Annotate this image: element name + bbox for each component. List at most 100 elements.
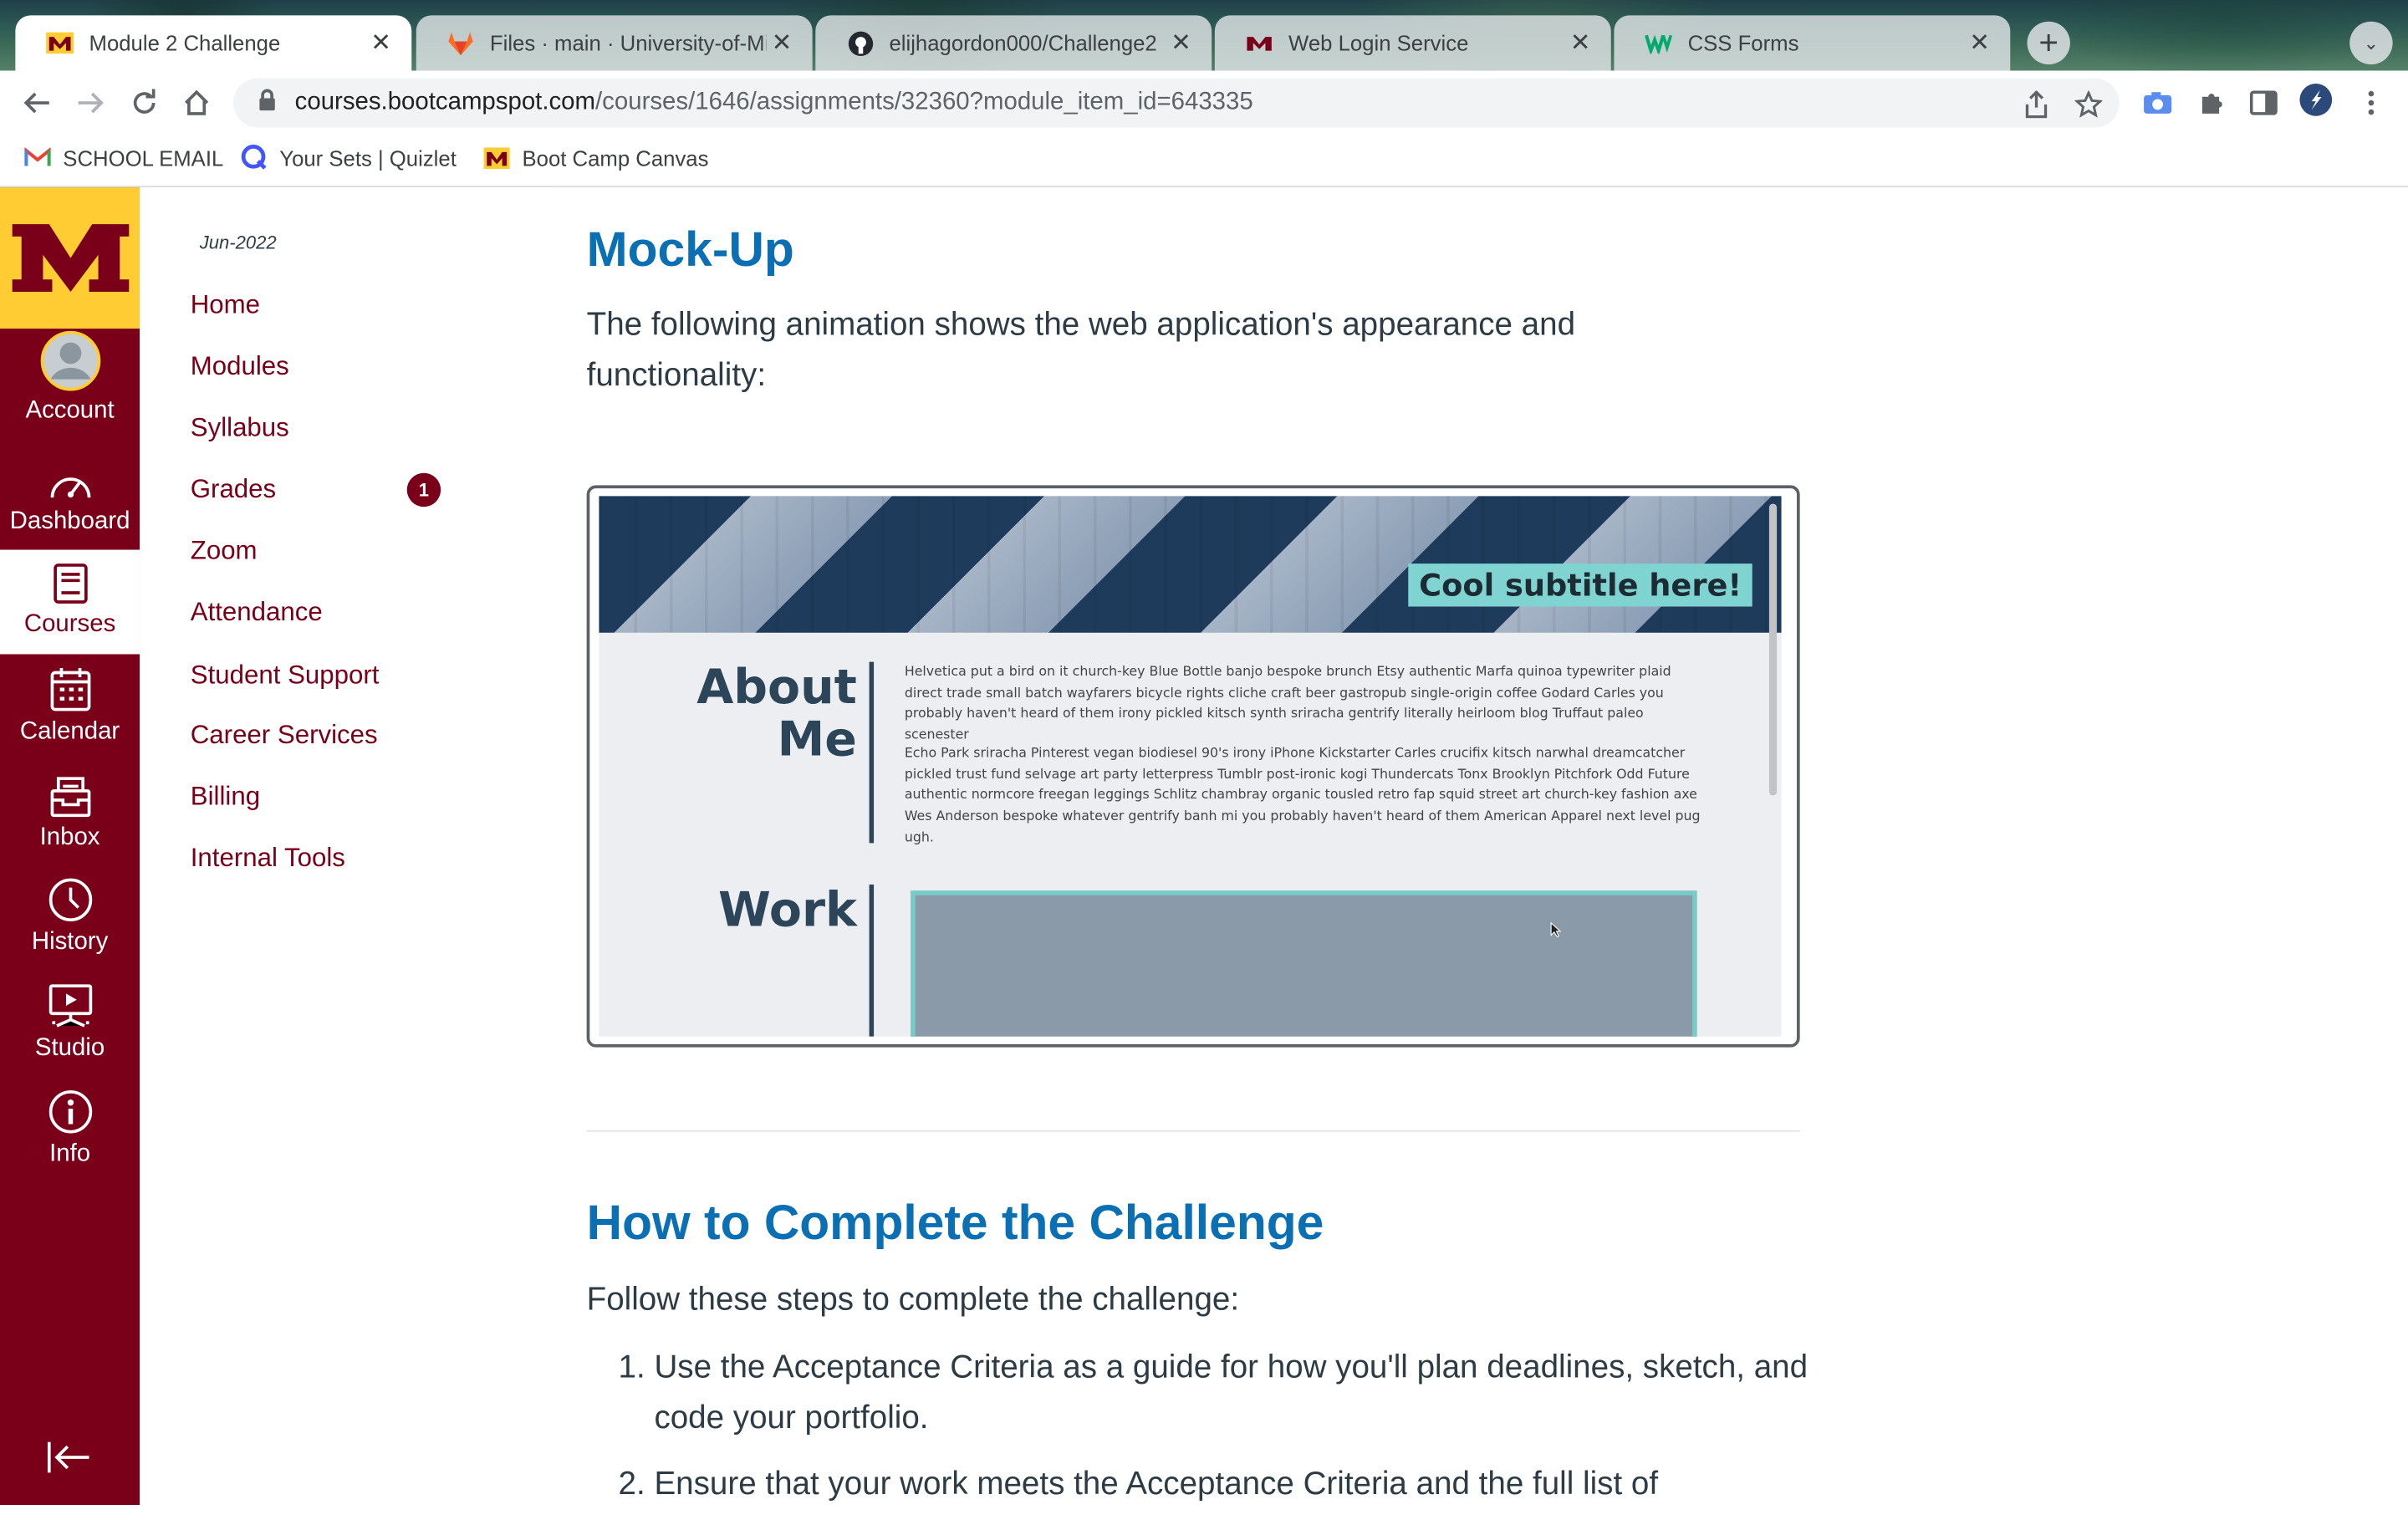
- umn-m-icon: [1246, 29, 1273, 57]
- course-nav-attendance[interactable]: Attendance: [191, 597, 323, 628]
- global-nav-studio[interactable]: Studio: [0, 973, 140, 1076]
- step-item: Use the Acceptance Criteria as a guide f…: [654, 1342, 1821, 1443]
- browser-tab-module-2-challenge[interactable]: Module 2 Challenge ✕: [15, 15, 412, 71]
- bookmark-label: Boot Camp Canvas: [522, 145, 709, 170]
- browser-tab-web-login[interactable]: Web Login Service ✕: [1214, 15, 1611, 71]
- course-nav-zoom[interactable]: Zoom: [191, 536, 258, 567]
- mockup-animation: Cool subtitle here! About Me Helvetica p…: [586, 485, 1800, 1048]
- bookmark-star-icon[interactable]: [2074, 89, 2104, 125]
- howto-heading: How to Complete the Challenge: [586, 1194, 1324, 1251]
- profile-avatar-icon[interactable]: [2299, 83, 2333, 116]
- global-nav-account[interactable]: Account: [0, 330, 140, 439]
- dashboard-icon: [0, 446, 140, 502]
- close-tab-icon[interactable]: ✕: [1166, 28, 1196, 59]
- course-navigation: Jun-2022 Home Modules Syllabus Grades 1 …: [140, 187, 555, 1506]
- course-nav-grades[interactable]: Grades: [191, 475, 276, 506]
- bookmark-school-email[interactable]: SCHOOL EMAIL: [24, 145, 223, 171]
- about-paragraph-2: Echo Park sriracha Pinterest vegan biodi…: [904, 746, 1701, 846]
- home-icon[interactable]: [176, 83, 217, 123]
- tab-search-chevron-icon[interactable]: ⌄: [2349, 21, 2393, 65]
- bookmark-boot-camp-canvas[interactable]: Boot Camp Canvas: [483, 145, 709, 171]
- global-nav-label: Courses: [23, 611, 116, 638]
- about-me-title: About Me: [694, 662, 857, 767]
- preview-scrollbar[interactable]: [1768, 503, 1778, 796]
- work-divider: [869, 884, 875, 1037]
- bookmarks-bar: SCHOOL EMAIL Your Sets | Quizlet Boot Ca…: [0, 135, 2408, 188]
- share-icon[interactable]: [2024, 89, 2048, 125]
- reload-icon[interactable]: [125, 83, 165, 123]
- browser-tab-github-repo[interactable]: elijhagordon000/Challenge2 ✕: [815, 15, 1212, 71]
- section-divider: [586, 1130, 1800, 1132]
- course-nav-student-support[interactable]: Student Support: [191, 660, 380, 691]
- browser-menu-icon[interactable]: [2354, 86, 2388, 120]
- course-nav-billing[interactable]: Billing: [191, 782, 260, 813]
- collapse-nav-icon[interactable]: [46, 1441, 92, 1482]
- umn-m-icon: [46, 29, 74, 57]
- browser-tab-gitlab-files[interactable]: Files · main · University-of-Min ✕: [416, 15, 813, 71]
- gmail-icon: [24, 145, 51, 171]
- mockup-intro: The following animation shows the web ap…: [586, 307, 1576, 394]
- gitlab-icon: [446, 29, 474, 57]
- browser-tab-css-forms[interactable]: CSS Forms ✕: [1614, 15, 2011, 71]
- global-nav-info[interactable]: Info: [0, 1079, 140, 1182]
- grades-count-badge: 1: [406, 472, 441, 507]
- global-nav-history[interactable]: History: [0, 868, 140, 971]
- url-host: courses.bootcampspot.com: [294, 89, 596, 115]
- reading-list-icon[interactable]: [2247, 86, 2280, 120]
- portfolio-preview: Cool subtitle here! About Me Helvetica p…: [599, 496, 1782, 1037]
- global-nav-label: Info: [49, 1140, 91, 1167]
- tab-title: Web Login Service: [1288, 30, 1469, 56]
- close-tab-icon[interactable]: ✕: [1565, 28, 1596, 59]
- course-nav-syllabus[interactable]: Syllabus: [191, 413, 289, 444]
- screenshot-extension-icon[interactable]: [2140, 86, 2174, 120]
- course-nav-home[interactable]: Home: [191, 290, 260, 321]
- portfolio-subtitle: Cool subtitle here!: [1408, 564, 1753, 607]
- global-nav-label: Studio: [34, 1034, 105, 1062]
- forward-arrow-icon[interactable]: [70, 83, 110, 123]
- global-nav-courses[interactable]: Courses: [0, 549, 140, 655]
- close-tab-icon[interactable]: ✕: [365, 28, 396, 59]
- bookmark-quizlet[interactable]: Your Sets | Quizlet: [241, 145, 457, 171]
- about-title-line-2: Me: [777, 712, 857, 768]
- back-arrow-icon[interactable]: [17, 83, 57, 123]
- global-nav-label: Calendar: [19, 718, 120, 745]
- quizlet-icon: [241, 145, 267, 171]
- tab-title: elijhagordon000/Challenge2: [889, 30, 1157, 56]
- global-navigation: Account Dashboard Courses Calendar Inbox: [0, 187, 140, 1506]
- about-divider: [869, 661, 875, 844]
- course-nav-internal-tools[interactable]: Internal Tools: [191, 843, 345, 874]
- close-tab-icon[interactable]: ✕: [767, 28, 798, 59]
- global-nav-dashboard[interactable]: Dashboard: [0, 446, 140, 549]
- global-nav-label: History: [31, 929, 109, 956]
- umn-logo[interactable]: [0, 187, 140, 329]
- step-item: Ensure that your work meets the Acceptan…: [654, 1459, 1821, 1510]
- lock-icon: [258, 88, 283, 118]
- umn-block-m-icon: [11, 224, 129, 292]
- global-nav-label: Inbox: [39, 824, 100, 851]
- work-image-placeholder: [911, 890, 1697, 1037]
- portfolio-banner: Cool subtitle here!: [599, 496, 1782, 633]
- history-icon: [0, 868, 140, 923]
- about-title-line-1: About: [696, 660, 857, 716]
- global-nav-label: Dashboard: [9, 507, 130, 535]
- extensions-puzzle-icon[interactable]: [2195, 86, 2228, 120]
- close-tab-icon[interactable]: ✕: [1964, 28, 1995, 59]
- studio-icon: [0, 973, 140, 1028]
- info-icon: [0, 1079, 140, 1135]
- course-nav-modules[interactable]: Modules: [191, 352, 289, 383]
- global-nav-inbox[interactable]: Inbox: [0, 763, 140, 866]
- browser-tab-strip: Module 2 Challenge ✕ Files · main · Univ…: [0, 0, 2408, 71]
- github-icon: [846, 29, 874, 57]
- browser-toolbar: courses.bootcampspot.com/courses/1646/as…: [0, 70, 2408, 135]
- course-nav-career-services[interactable]: Career Services: [191, 720, 378, 751]
- global-nav-calendar[interactable]: Calendar: [0, 657, 140, 760]
- about-paragraph-1: Helvetica put a bird on it church-key Bl…: [904, 665, 1671, 744]
- bookmark-label: SCHOOL EMAIL: [63, 145, 224, 170]
- address-bar[interactable]: courses.bootcampspot.com/courses/1646/as…: [233, 78, 2120, 128]
- new-tab-button[interactable]: +: [2027, 21, 2070, 65]
- bookmark-label: Your Sets | Quizlet: [279, 145, 457, 170]
- tab-title: Files · main · University-of-Min: [489, 30, 767, 56]
- umn-m-icon: [483, 145, 510, 171]
- course-term: Jun-2022: [199, 232, 277, 254]
- tab-title: Module 2 Challenge: [89, 30, 281, 56]
